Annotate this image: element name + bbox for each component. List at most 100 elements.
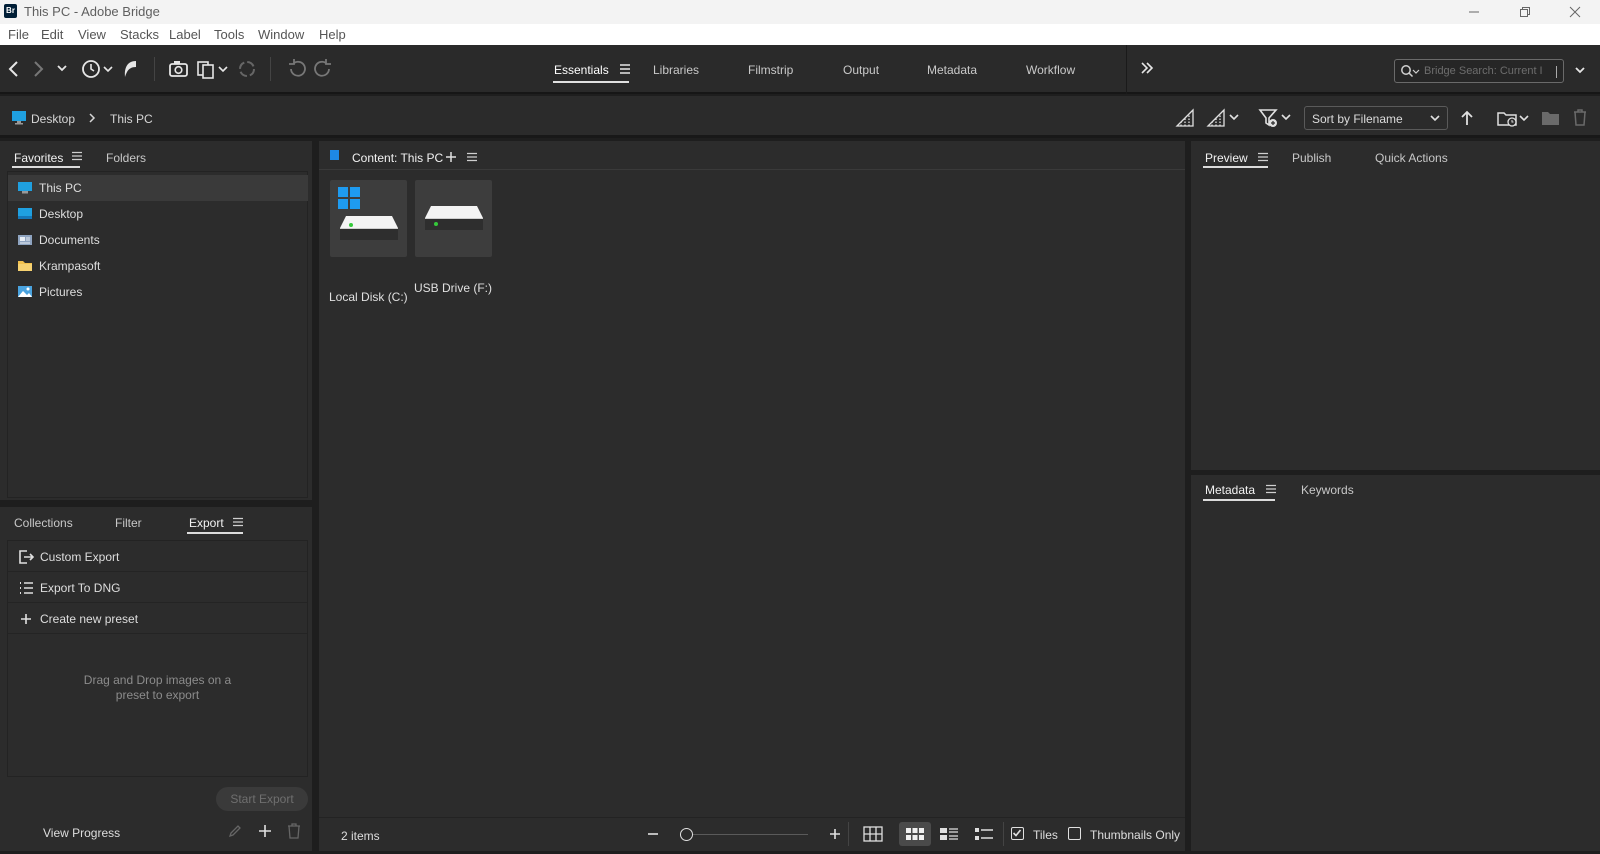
- workspace-tab-output[interactable]: Output: [843, 63, 879, 77]
- edit-preset-button[interactable]: [228, 824, 242, 838]
- delete-button[interactable]: [1572, 108, 1588, 126]
- return-to-photoshop-button[interactable]: [120, 58, 140, 80]
- breadcrumb-separator: [87, 112, 97, 124]
- sort-direction-button[interactable]: [1460, 109, 1474, 127]
- thumbnail-usb-drive-f[interactable]: [415, 180, 492, 257]
- search-options-button[interactable]: [1574, 64, 1586, 76]
- tab-filter[interactable]: Filter: [115, 516, 142, 530]
- zoom-slider-track[interactable]: [686, 834, 808, 835]
- plus-icon: [21, 614, 31, 624]
- breadcrumb-desktop[interactable]: Desktop: [31, 112, 75, 126]
- get-photos-button[interactable]: [168, 58, 190, 80]
- preview-panel-menu[interactable]: [1258, 152, 1268, 162]
- tab-collections[interactable]: Collections: [14, 516, 73, 530]
- export-panel-menu[interactable]: [233, 517, 243, 527]
- start-export-button[interactable]: Start Export: [216, 787, 308, 811]
- rotate-cw-button[interactable]: [312, 58, 334, 80]
- minus-icon: [648, 833, 658, 835]
- rating-filter-button[interactable]: [1206, 108, 1242, 128]
- search-dropdown[interactable]: [1400, 64, 1420, 78]
- new-folder-button[interactable]: [1541, 109, 1561, 127]
- view-thumbnails-button[interactable]: [899, 822, 931, 846]
- menu-edit[interactable]: Edit: [41, 27, 63, 42]
- metadata-panel-menu[interactable]: [1266, 484, 1276, 494]
- thumbnails-view-icon: [906, 828, 924, 840]
- export-dng[interactable]: Export To DNG: [8, 572, 307, 603]
- workspace-tab-filmstrip[interactable]: Filmstrip: [748, 63, 793, 77]
- menu-view[interactable]: View: [78, 27, 106, 42]
- export-create-preset[interactable]: Create new preset: [8, 603, 307, 634]
- favorite-pictures[interactable]: Pictures: [8, 279, 308, 305]
- menu-tools[interactable]: Tools: [214, 27, 244, 42]
- export-custom[interactable]: Custom Export: [8, 541, 307, 572]
- tab-preview[interactable]: Preview: [1205, 151, 1248, 165]
- delete-preset-button[interactable]: [287, 823, 301, 839]
- favorite-desktop[interactable]: Desktop: [8, 201, 308, 227]
- tab-keywords[interactable]: Keywords: [1301, 483, 1354, 497]
- chevron-down-icon: [57, 65, 67, 72]
- tiles-checkbox[interactable]: [1011, 827, 1024, 840]
- view-progress-link[interactable]: View Progress: [43, 826, 120, 840]
- tab-quick-actions[interactable]: Quick Actions: [1375, 151, 1448, 165]
- menu-stacks[interactable]: Stacks: [120, 27, 159, 42]
- workspace-tab-essentials[interactable]: Essentials: [554, 63, 609, 77]
- sync-button[interactable]: [236, 58, 258, 80]
- favorites-panel-menu[interactable]: [72, 151, 82, 161]
- menu-label[interactable]: Label: [169, 27, 201, 42]
- minimize-button[interactable]: [1451, 0, 1497, 24]
- tab-export[interactable]: Export: [189, 516, 224, 530]
- workspace-tab-metadata[interactable]: Metadata: [927, 63, 977, 77]
- rotate-right-icon: [314, 59, 331, 77]
- zoom-out-button[interactable]: [646, 827, 660, 841]
- view-details-button[interactable]: [939, 826, 959, 842]
- view-list-button[interactable]: [974, 826, 994, 842]
- recent-files-button[interactable]: [80, 58, 114, 80]
- zoom-slider-thumb[interactable]: [680, 828, 693, 841]
- toolbar-divider: [1126, 45, 1127, 94]
- recent-folders-button[interactable]: [1496, 107, 1532, 129]
- menu-file[interactable]: File: [8, 27, 29, 42]
- rotate-left-icon: [289, 59, 306, 77]
- tab-folders[interactable]: Folders: [106, 151, 146, 165]
- export-item-label: Create new preset: [40, 612, 139, 626]
- workspace-tab-workflow[interactable]: Workflow: [1026, 63, 1075, 77]
- refine-button[interactable]: [196, 58, 232, 80]
- back-button[interactable]: [6, 59, 22, 79]
- workspace-menu-button[interactable]: [619, 63, 631, 75]
- favorite-this-pc[interactable]: This PC: [8, 175, 308, 201]
- favorite-documents[interactable]: Documents: [8, 227, 308, 253]
- pencil-icon: [228, 825, 241, 838]
- filter-items-button[interactable]: [1258, 107, 1294, 129]
- workspace-tab-libraries[interactable]: Libraries: [653, 63, 699, 77]
- forward-button[interactable]: [30, 59, 46, 79]
- add-preset-button[interactable]: [258, 824, 272, 838]
- favorite-label: This PC: [39, 181, 82, 195]
- recent-folders-dropdown[interactable]: [56, 62, 68, 74]
- favorite-krampasoft[interactable]: Krampasoft: [8, 253, 308, 279]
- tab-favorites[interactable]: Favorites: [14, 151, 63, 165]
- tab-publish[interactable]: Publish: [1292, 151, 1331, 165]
- menu-help[interactable]: Help: [319, 27, 346, 42]
- double-chevron-right-icon: [1141, 62, 1154, 74]
- thumbnails-only-checkbox[interactable]: [1068, 827, 1081, 840]
- add-content-tab-button[interactable]: [445, 151, 457, 163]
- tab-metadata[interactable]: Metadata: [1205, 483, 1255, 497]
- search-caret: [1556, 66, 1557, 78]
- close-button[interactable]: [1552, 0, 1598, 24]
- breadcrumb-this-pc[interactable]: This PC: [110, 112, 153, 126]
- rotate-ccw-button[interactable]: [286, 58, 308, 80]
- search-icon: [1401, 65, 1420, 78]
- item-count: 2 items: [341, 829, 380, 843]
- thumbnail-label: USB Drive (F:): [414, 281, 492, 295]
- more-workspaces-button[interactable]: [1140, 61, 1154, 75]
- quality-button[interactable]: [1175, 108, 1195, 128]
- checkmark-icon: [1012, 829, 1022, 837]
- thumbnail-local-disk-c[interactable]: [330, 180, 407, 257]
- documents-icon: [18, 235, 32, 245]
- menu-window[interactable]: Window: [258, 27, 304, 42]
- title-bar: [0, 0, 1600, 24]
- content-panel-menu[interactable]: [467, 152, 477, 162]
- lock-thumbnail-grid-button[interactable]: [863, 826, 883, 842]
- restore-button[interactable]: [1502, 0, 1548, 24]
- zoom-in-button[interactable]: [828, 827, 842, 841]
